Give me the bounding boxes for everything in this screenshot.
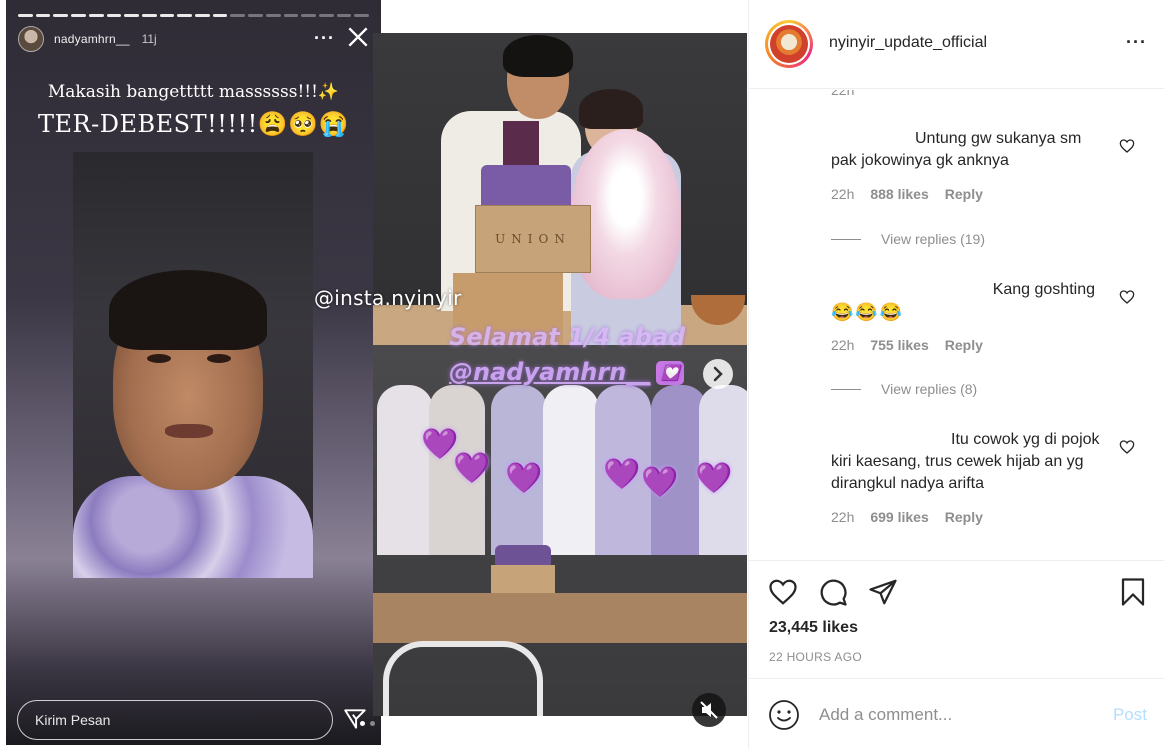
view-replies-button[interactable]: View replies (8)	[831, 381, 977, 397]
post-time: 22 HOURS AGO	[769, 650, 862, 664]
heart-icon[interactable]	[1119, 439, 1135, 455]
bookmark-icon[interactable]	[1118, 577, 1148, 607]
story-caption-line1: Makasih bangettttt massssss!!!✨	[47, 82, 340, 102]
smile-icon[interactable]	[768, 699, 800, 731]
post-header: nyinyir_update_official ···	[749, 0, 1164, 89]
story-header: nadyamhrn__ 11j ···	[18, 26, 371, 52]
party-photo: UNION 💜 💜 💜 💜 💜 💜 Selamat 1/4 abad @nady…	[373, 33, 747, 716]
story-video-frame	[73, 152, 313, 578]
watermark: @insta.nyinyir	[314, 286, 462, 310]
heart-sticker: 💜	[505, 462, 543, 495]
comment-time: 22h	[831, 186, 855, 202]
reply-button[interactable]: Reply	[945, 509, 983, 525]
share-icon[interactable]	[868, 577, 898, 607]
reply-button[interactable]: Reply	[945, 337, 983, 353]
comment-icon[interactable]	[818, 577, 848, 607]
post-sidebar: nyinyir_update_official ··· 22h Untung g…	[748, 0, 1164, 749]
cake-box-label: UNION	[495, 232, 571, 246]
story-avatar	[18, 26, 44, 52]
comment-input[interactable]: Add a comment...	[819, 705, 952, 725]
heart-icon[interactable]	[1119, 289, 1135, 305]
party-mention: @nadyamhrn__ 💟	[449, 358, 685, 386]
post-actions: 23,445 likes 22 HOURS AGO	[749, 560, 1164, 678]
comment-item: Untung gw sukanya sm pak jokowinya gk an…	[831, 128, 1111, 202]
heart-sticker: 💜	[641, 466, 679, 499]
post-media[interactable]: nadyamhrn__ 11j ··· Makasih bangettttt m…	[0, 0, 748, 749]
story-screenshot: nadyamhrn__ 11j ··· Makasih bangettttt m…	[6, 0, 381, 745]
heart-sticker: 💜	[603, 458, 641, 491]
comment-likes[interactable]: 755 likes	[870, 337, 928, 353]
story-caption-line2: TER-DEBEST!!!!!😩🥺😭	[38, 110, 349, 138]
comments-list[interactable]: 22h Untung gw sukanya sm pak jokowinya g…	[749, 90, 1164, 560]
reply-button[interactable]: Reply	[945, 186, 983, 202]
comment-likes[interactable]: 699 likes	[870, 509, 928, 525]
comment-item: Kang goshting 😂😂😂 22h 755 likes Reply	[831, 279, 1111, 353]
close-icon	[348, 27, 368, 47]
heart-sticker: 💜	[421, 428, 459, 461]
carousel-dots	[360, 721, 375, 726]
add-comment-bar: Add a comment... Post	[749, 678, 1164, 749]
heart-icon[interactable]	[1119, 138, 1135, 154]
story-reply-field: Kirim Pesan	[17, 700, 333, 740]
story-more-icon: ···	[314, 28, 335, 48]
comment-time: 22h	[831, 90, 855, 98]
story-time: 11j	[141, 32, 157, 46]
heart-sticker: 💜	[695, 462, 733, 495]
mute-icon[interactable]	[692, 693, 726, 727]
comment-emoji: 😂😂😂	[831, 302, 905, 322]
post-button[interactable]: Post	[1113, 705, 1147, 725]
send-icon	[344, 709, 366, 729]
likes-count[interactable]: 23,445 likes	[769, 619, 858, 637]
more-icon[interactable]: ···	[1126, 32, 1147, 53]
comment-time: 22h	[831, 509, 855, 525]
account-username[interactable]: nyinyir_update_official	[829, 34, 987, 52]
comment-text: Untung gw sukanya sm pak jokowinya gk an…	[831, 130, 1082, 169]
heart-icon[interactable]	[768, 577, 798, 607]
heart-badge-icon: 💟	[656, 361, 685, 385]
comment-text: Itu cowok yg di pojok kiri kaesang, trus…	[831, 431, 1100, 492]
comment-text: Kang goshting	[992, 281, 1095, 298]
heart-sticker: 💜	[453, 452, 491, 485]
story-caption: Makasih bangettttt massssss!!!✨ TER-DEBE…	[6, 82, 381, 138]
account-avatar[interactable]	[765, 20, 813, 68]
chevron-right-icon[interactable]	[703, 359, 733, 389]
story-username: nadyamhrn__	[54, 32, 130, 46]
story-progress-bar	[18, 14, 370, 17]
party-greeting: Selamat 1/4 abad	[449, 323, 686, 351]
comment-likes[interactable]: 888 likes	[870, 186, 928, 202]
comment-item: Itu cowok yg di pojok kiri kaesang, trus…	[831, 429, 1111, 525]
view-replies-button[interactable]: View replies (19)	[831, 231, 985, 247]
comment-time: 22h	[831, 337, 855, 353]
